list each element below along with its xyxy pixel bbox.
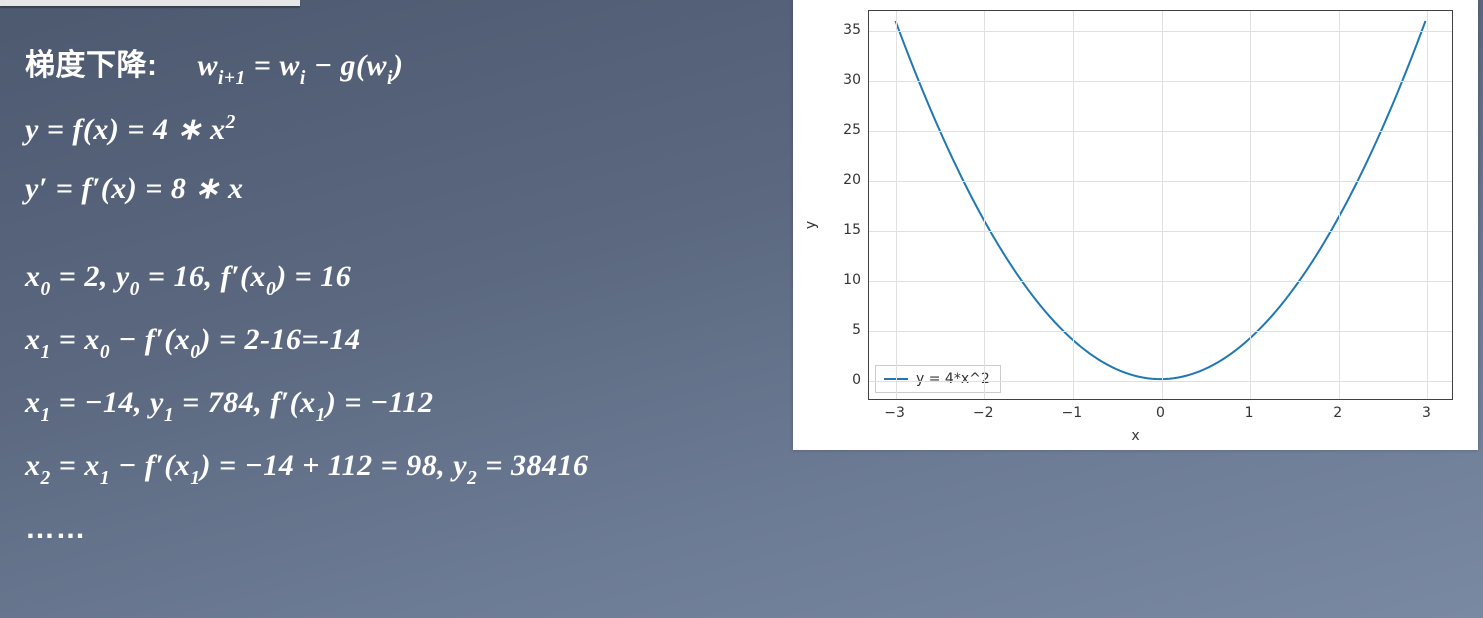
x-tick: −3 [884, 405, 905, 421]
ellipsis: …… [25, 512, 1453, 546]
y-tick: 0 [852, 372, 861, 388]
y-tick: 20 [843, 172, 861, 188]
y-axis-label: y [803, 221, 819, 229]
eq-g-open: g(w [341, 49, 388, 82]
eq-rhs1-sub: i [300, 68, 306, 89]
slide: 梯度下降: wi+1 = wi − g(wi) y = f(x) = 4 ∗ x… [0, 0, 1483, 618]
title-label: 梯度下降: [25, 49, 158, 82]
eq-rhs1-var: w [279, 49, 300, 82]
x-tick: 3 [1422, 405, 1431, 421]
eq-lhs-sub: i+1 [218, 68, 246, 89]
top-accent-strip [0, 0, 300, 6]
x-tick: −1 [1062, 405, 1083, 421]
y-tick: 35 [843, 22, 861, 38]
x-tick: 0 [1156, 405, 1165, 421]
x-tick: 2 [1333, 405, 1342, 421]
y-tick: 30 [843, 72, 861, 88]
eq-equals: = [254, 49, 280, 82]
parabola-chart: y = 4*x^2 x y −3−2−1012305101520253035 [793, 0, 1478, 450]
y-tick: 5 [852, 322, 861, 338]
curve-path [869, 11, 1452, 399]
eq-g-sub: i [387, 68, 393, 89]
eq-g-close: ) [393, 49, 404, 82]
x-axis-label: x [1131, 428, 1139, 444]
legend-label: y = 4*x^2 [916, 371, 990, 387]
y-tick: 10 [843, 272, 861, 288]
y-tick: 15 [843, 222, 861, 238]
x-tick: −2 [973, 405, 994, 421]
eq-minus: − [314, 49, 341, 82]
x-tick: 1 [1245, 405, 1254, 421]
iter2-update: x2 = x1 − f′(x1) = −14 + 112 = 98, y2 = … [25, 449, 1453, 488]
eq-lhs-var: w [198, 49, 219, 82]
y-tick: 25 [843, 122, 861, 138]
chart-legend: y = 4*x^2 [875, 365, 1001, 393]
plot-area: y = 4*x^2 [868, 10, 1453, 400]
